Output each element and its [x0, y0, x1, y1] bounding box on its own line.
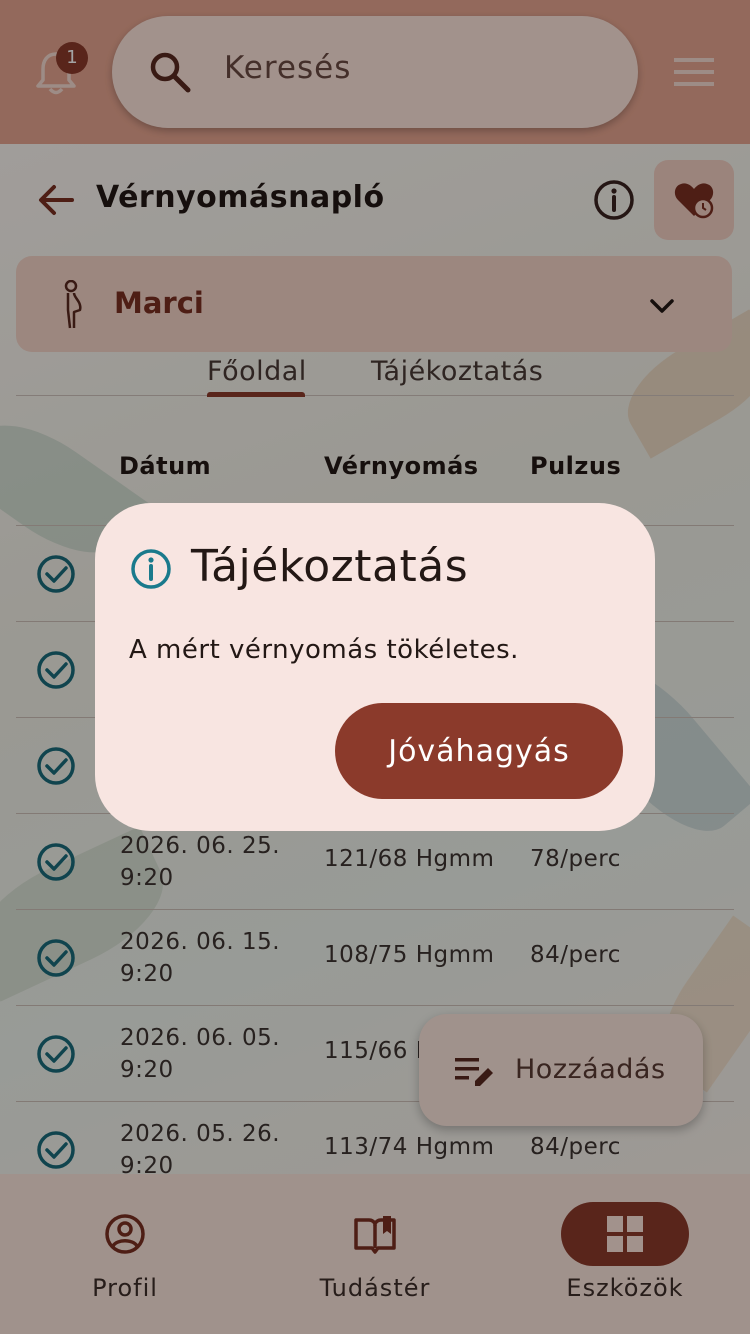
dialog-title: Tájékoztatás: [191, 541, 469, 592]
info-dialog: Tájékoztatás A mért vérnyomás tökéletes.…: [95, 503, 655, 831]
confirm-button[interactable]: Jóváhagyás: [335, 703, 623, 799]
confirm-button-label: Jóváhagyás: [388, 733, 570, 769]
dialog-message: A mért vérnyomás tökéletes.: [129, 635, 519, 665]
info-icon: [131, 549, 171, 589]
